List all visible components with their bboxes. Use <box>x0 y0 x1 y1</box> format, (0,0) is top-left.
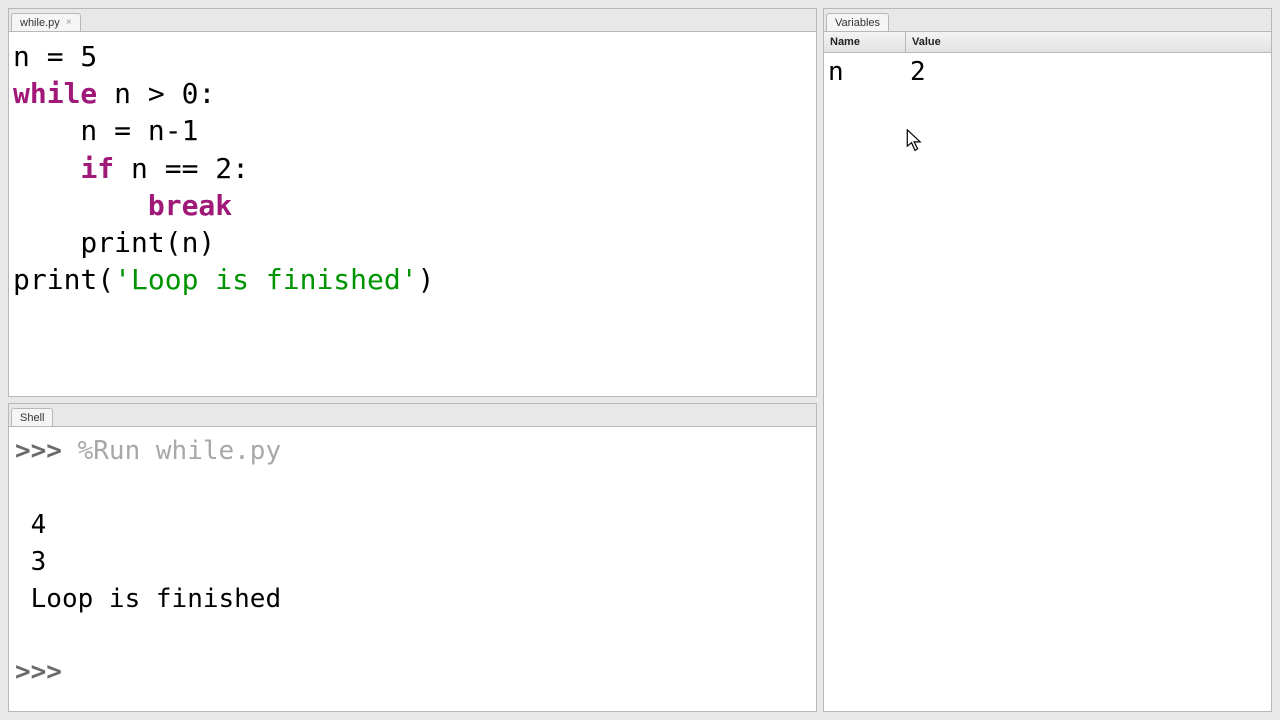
editor-tab[interactable]: while.py × <box>11 13 81 31</box>
shell-tab-row: Shell <box>9 404 816 426</box>
shell-prompt: >>> <box>15 657 78 687</box>
shell-prompt: >>> <box>15 436 78 466</box>
variables-content: Name Value n 2 <box>824 31 1271 711</box>
shell-output-line: Loop is finished <box>31 584 281 614</box>
shell-panel: Shell >>> %Run while.py 4 3 Loop is fini… <box>8 403 817 712</box>
code-text-seg: ) <box>418 263 435 296</box>
shell-output-line: 4 <box>31 510 47 540</box>
code-text[interactable]: n = 5 while n > 0: n = n-1 if n == 2: br… <box>9 32 816 303</box>
editor-tab-row: while.py × <box>9 9 816 31</box>
code-text-seg: n == 2: <box>114 152 249 185</box>
variables-header-row: Name Value <box>824 32 1271 53</box>
string-literal: 'Loop is finished' <box>114 263 417 296</box>
var-value-cell: 2 <box>906 53 1271 91</box>
code-text-seg: print( <box>13 263 114 296</box>
variables-tab-label: Variables <box>835 17 880 29</box>
shell-content[interactable]: >>> %Run while.py 4 3 Loop is finished >… <box>9 426 816 711</box>
code-line: n = 5 <box>13 40 97 73</box>
ide-root: while.py × n = 5 while n > 0: n = n-1 if… <box>0 0 1280 720</box>
shell-run-command: %Run while.py <box>78 436 282 466</box>
keyword-while: while <box>13 77 97 110</box>
shell-tab[interactable]: Shell <box>11 408 53 426</box>
editor-tab-label: while.py <box>20 17 60 29</box>
close-icon[interactable]: × <box>66 17 72 28</box>
indent <box>13 152 80 185</box>
variables-body: n 2 <box>824 53 1271 711</box>
variables-col-name[interactable]: Name <box>824 32 906 52</box>
editor-content[interactable]: n = 5 while n > 0: n = n-1 if n == 2: br… <box>9 31 816 396</box>
mouse-cursor-icon <box>906 129 924 153</box>
variables-panel: Variables Name Value n 2 <box>823 8 1272 712</box>
variables-tab-row: Variables <box>824 9 1271 31</box>
variables-tab[interactable]: Variables <box>826 13 889 31</box>
variables-col-value[interactable]: Value <box>906 32 1271 52</box>
shell-tab-label: Shell <box>20 412 44 424</box>
code-line: print(n) <box>13 226 215 259</box>
shell-text[interactable]: >>> %Run while.py 4 3 Loop is finished >… <box>9 427 816 695</box>
editor-panel: while.py × n = 5 while n > 0: n = n-1 if… <box>8 8 817 397</box>
var-name-cell: n <box>824 53 906 91</box>
table-row[interactable]: n 2 <box>824 53 1271 91</box>
code-line: n = n-1 <box>13 114 198 147</box>
keyword-if: if <box>80 152 114 185</box>
code-text-seg: n > 0: <box>97 77 215 110</box>
keyword-break: break <box>148 189 232 222</box>
shell-output-line: 3 <box>31 547 47 577</box>
indent <box>13 189 148 222</box>
